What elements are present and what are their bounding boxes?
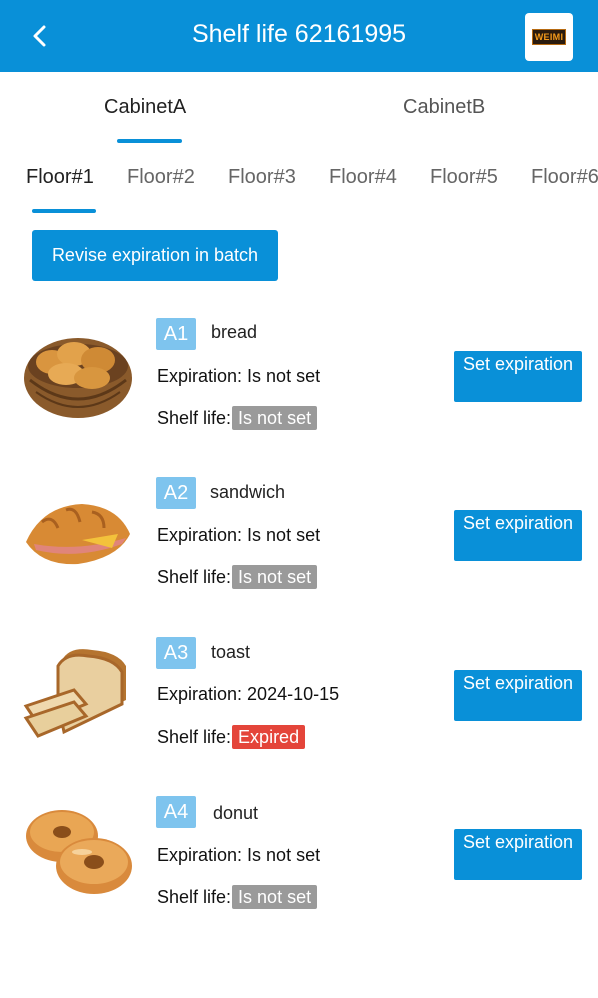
list-item: A1 bread Expiration: Is not set Shelf li… [0, 312, 598, 442]
floor-tab-indicator [32, 209, 96, 213]
tab-cabinet-b[interactable]: CabinetB [403, 96, 485, 119]
sliced-toast-icon [23, 649, 126, 738]
tab-floor-1[interactable]: Floor#1 [26, 166, 94, 189]
slot-code-badge: A3 [156, 637, 196, 669]
logo-text: WEIMI [531, 29, 567, 45]
status-badge: Is not set [232, 565, 318, 589]
tab-cabinet-a[interactable]: CabinetA [104, 96, 186, 119]
croissant-sandwich-icon [26, 504, 130, 565]
cabinet-tab-indicator [117, 139, 182, 143]
shelf-life-row: Shelf life: Is not set [157, 885, 318, 909]
page-title: Shelf life 62161995 [191, 20, 407, 48]
shelf-life-label: Shelf life: [157, 726, 232, 747]
tab-floor-3[interactable]: Floor#3 [228, 166, 296, 189]
tab-floor-6[interactable]: Floor#6 [531, 166, 598, 189]
expiration-text: Expiration: 2024-10-15 [157, 684, 340, 704]
slot-code-badge: A1 [156, 318, 196, 350]
list-item: A3 toast Expiration: 2024-10-15 Shelf li… [0, 632, 598, 762]
item-name: donut [213, 803, 259, 823]
shelf-life-row: Shelf life: Is not set [157, 406, 318, 430]
slot-code-badge: A2 [156, 477, 196, 509]
shelf-life-label: Shelf life: [157, 407, 232, 428]
item-name: bread [211, 322, 258, 342]
bread-basket-icon [24, 338, 132, 418]
brand-logo: WEIMI [525, 13, 573, 61]
expiration-text: Expiration: Is not set [157, 525, 321, 545]
tab-floor-2[interactable]: Floor#2 [127, 166, 195, 189]
shelf-life-row: Shelf life: Is not set [157, 565, 318, 589]
shelf-life-label: Shelf life: [157, 886, 232, 907]
list-item: A4 donut Expiration: Is not set Shelf li… [0, 792, 598, 922]
status-badge: Is not set [232, 406, 318, 430]
status-badge: Is not set [232, 885, 318, 909]
expiration-text: Expiration: Is not set [157, 366, 321, 386]
set-expiration-button[interactable]: Set expiration [454, 510, 582, 561]
slot-code-badge: A4 [156, 796, 196, 828]
donuts-icon [26, 810, 132, 894]
item-name: toast [211, 642, 251, 662]
app-header: Shelf life 62161995 WEIMI [0, 0, 598, 72]
tab-floor-4[interactable]: Floor#4 [329, 166, 397, 189]
shelf-life-row: Shelf life: Expired [157, 725, 306, 749]
set-expiration-button[interactable]: Set expiration [454, 829, 582, 880]
set-expiration-button[interactable]: Set expiration [454, 351, 582, 402]
set-expiration-button[interactable]: Set expiration [454, 670, 582, 721]
shelf-life-label: Shelf life: [157, 566, 232, 587]
revise-expiration-batch-button[interactable]: Revise expiration in batch [32, 230, 278, 281]
floor-tabs: Floor#1 Floor#2 Floor#3 Floor#4 Floor#5 … [0, 166, 598, 196]
item-name: sandwich [210, 482, 286, 502]
list-item: A2 sandwich Expiration: Is not set Shelf… [0, 472, 598, 602]
tab-floor-5[interactable]: Floor#5 [430, 166, 498, 189]
expiration-text: Expiration: Is not set [157, 845, 321, 865]
status-badge: Expired [232, 725, 306, 749]
